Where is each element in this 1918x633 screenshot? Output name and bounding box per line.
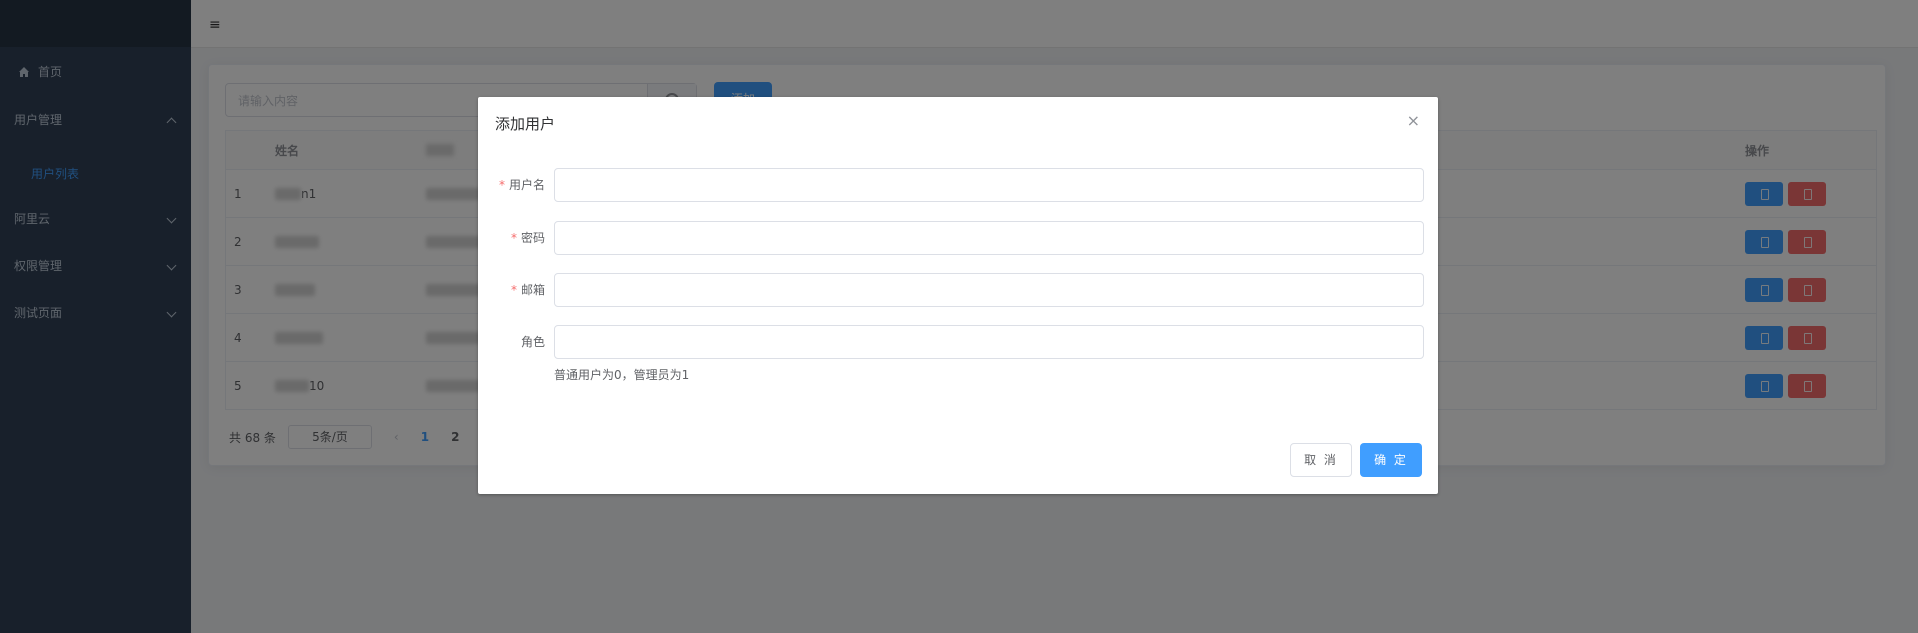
form-label-text: 密码 bbox=[520, 231, 545, 245]
confirm-button[interactable]: 确 定 bbox=[1360, 443, 1422, 477]
form-row-password: * 密码 bbox=[478, 221, 1438, 255]
form-label-text: 邮箱 bbox=[520, 283, 545, 297]
dialog-title: 添加用户 bbox=[495, 115, 556, 133]
add-user-dialog: 添加用户 × * 用户名 * 密码 * 邮箱 角色 普通用户为0，管理员为1 取 消 … bbox=[478, 97, 1438, 494]
form-row-role: 角色 bbox=[478, 325, 1438, 359]
form-label-text: 用户名 bbox=[508, 178, 545, 192]
form-label-text: 角色 bbox=[520, 335, 545, 349]
form-row-username: * 用户名 bbox=[478, 168, 1438, 202]
form-label: * 密码 bbox=[478, 221, 545, 255]
cancel-button[interactable]: 取 消 bbox=[1290, 443, 1352, 477]
username-field[interactable] bbox=[554, 168, 1424, 202]
close-icon[interactable]: × bbox=[1407, 111, 1420, 130]
required-marker: * bbox=[510, 231, 517, 245]
form-label: * 用户名 bbox=[478, 168, 545, 202]
required-marker: * bbox=[498, 178, 505, 192]
password-field[interactable] bbox=[554, 221, 1424, 255]
email-field[interactable] bbox=[554, 273, 1424, 307]
form-row-email: * 邮箱 bbox=[478, 273, 1438, 307]
form-label: 角色 bbox=[478, 325, 545, 359]
role-hint: 普通用户为0，管理员为1 bbox=[554, 368, 690, 382]
required-marker: * bbox=[510, 283, 517, 297]
role-field[interactable] bbox=[554, 325, 1424, 359]
form-label: * 邮箱 bbox=[478, 273, 545, 307]
